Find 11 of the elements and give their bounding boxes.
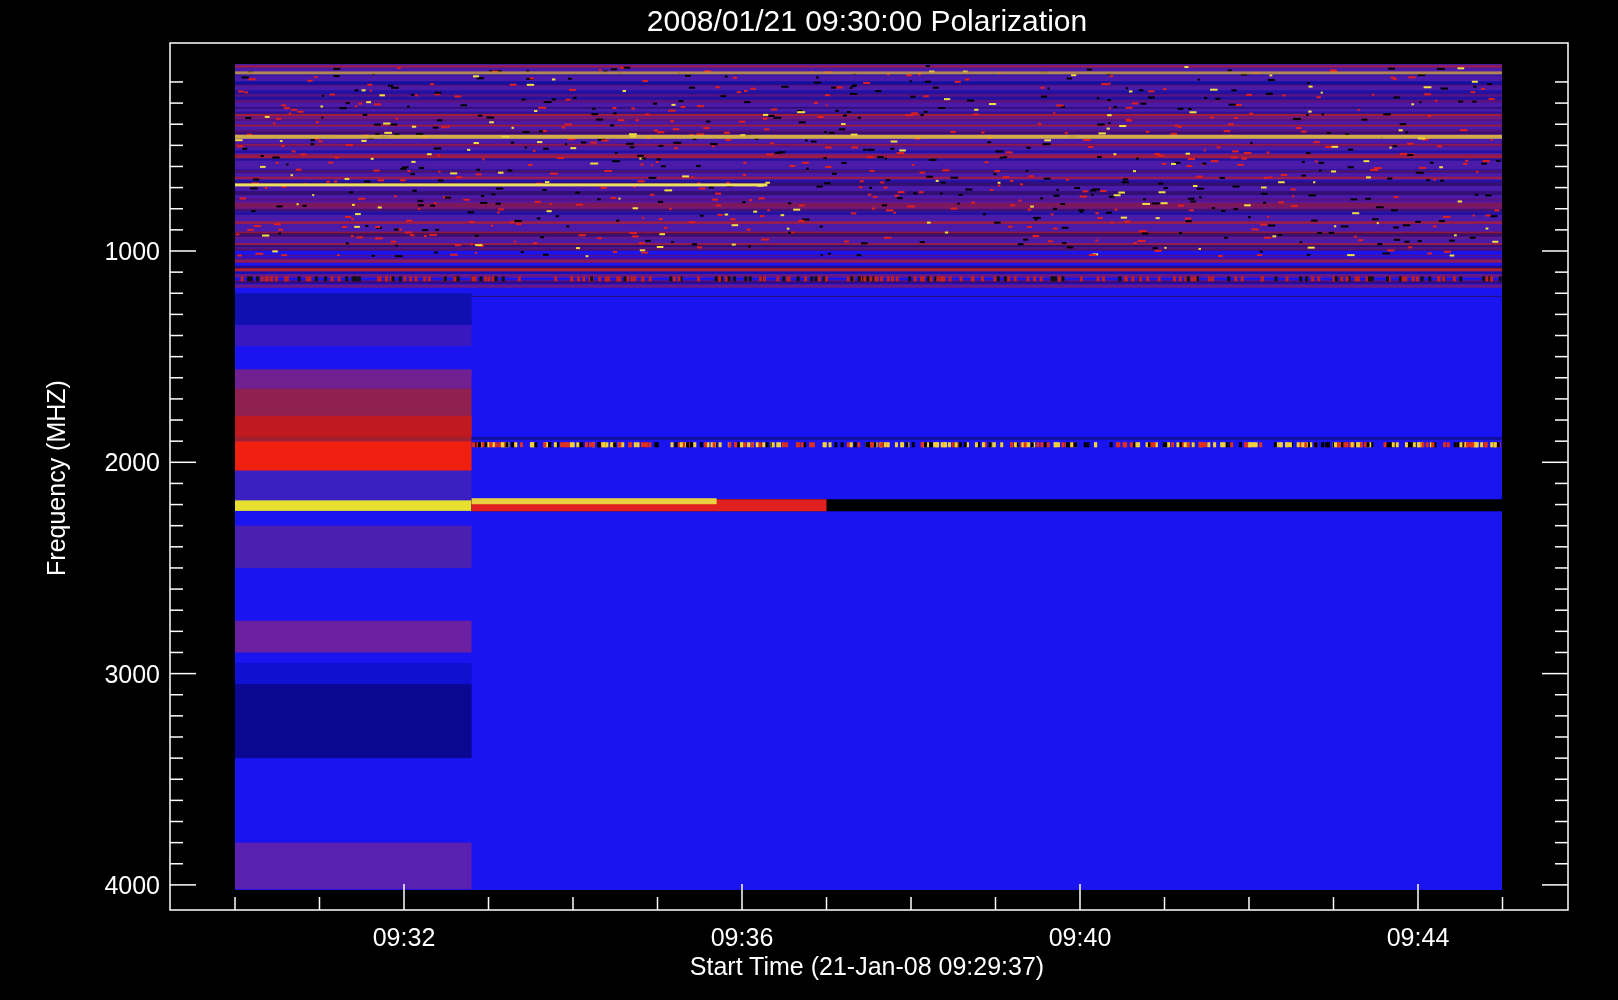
x-tick-label: 09:44: [1386, 923, 1450, 951]
x-tick-label: 09:40: [1048, 923, 1112, 951]
y-tick-label: 1000: [104, 237, 160, 265]
x-tick-label: 09:32: [372, 923, 436, 951]
y-tick-label: 2000: [104, 448, 160, 477]
y-tick-label: 4000: [104, 870, 160, 899]
chart-title: 2008/01/21 09:30:00 Polarization: [646, 4, 1088, 37]
x-axis-title: Start Time (21-Jan-08 09:29:37): [689, 952, 1045, 980]
x-tick-label: 09:36: [710, 923, 774, 951]
y-tick-label: 3000: [104, 659, 160, 688]
y-axis-title: Frequency (MHZ): [42, 380, 70, 576]
